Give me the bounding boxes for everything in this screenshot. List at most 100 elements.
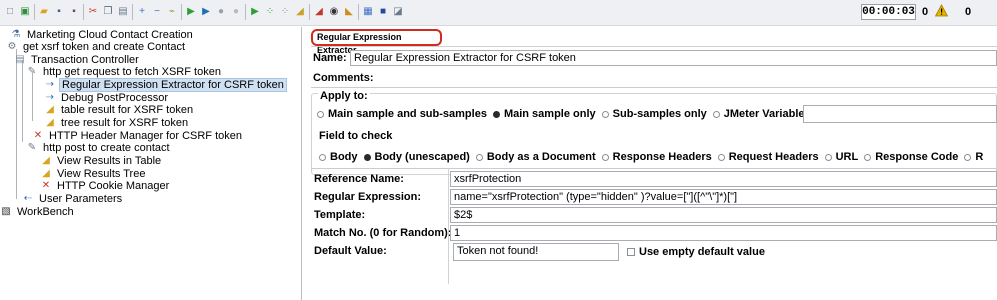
start-no-pauses-icon[interactable]: ▶ bbox=[199, 5, 213, 19]
reference-name-label: Reference Name: bbox=[314, 173, 404, 185]
reference-name-field[interactable]: xsrfProtection bbox=[450, 171, 997, 187]
use-empty-default-label: Use empty default value bbox=[639, 246, 765, 258]
template-label: Template: bbox=[314, 209, 366, 221]
default-value-field[interactable]: Token not found! bbox=[453, 243, 619, 261]
fieldset-bottom-rule bbox=[311, 168, 997, 169]
log-viewer-icon[interactable]: ◪ bbox=[391, 5, 405, 19]
use-empty-default-checkbox[interactable] bbox=[627, 248, 635, 256]
field-to-check-radio[interactable]: URL bbox=[824, 151, 859, 163]
search-icon[interactable]: ◉ bbox=[327, 5, 341, 19]
tree-node[interactable]: ⇠ User Parameters bbox=[22, 192, 124, 206]
warning-icon[interactable] bbox=[935, 4, 948, 17]
clear-all-icon[interactable]: ◢ bbox=[312, 5, 326, 19]
thread-count: 0 bbox=[965, 6, 972, 18]
save-icon[interactable]: ▪ bbox=[52, 5, 66, 19]
shutdown-icon[interactable]: ● bbox=[229, 5, 243, 19]
collapse-icon[interactable]: − bbox=[150, 5, 164, 19]
tree-node[interactable]: ◢ View Results in Table bbox=[40, 154, 163, 168]
listener-icon: ◢ bbox=[46, 117, 54, 128]
open-icon[interactable]: ▰ bbox=[37, 5, 51, 19]
listener-icon: ◢ bbox=[42, 155, 50, 166]
tree-node[interactable]: ✎ http get request to fetch XSRF token bbox=[26, 65, 223, 79]
tree-node[interactable]: ▧ WorkBench bbox=[0, 205, 76, 219]
start-icon[interactable]: ▶ bbox=[184, 5, 198, 19]
clear-icon[interactable]: ◢ bbox=[293, 5, 307, 19]
stop-icon[interactable]: ● bbox=[214, 5, 228, 19]
field-to-check-radio-label: Response Code bbox=[875, 151, 959, 163]
template-field[interactable]: $2$ bbox=[450, 207, 997, 223]
help-icon[interactable]: ■ bbox=[376, 5, 390, 19]
reset-search-icon[interactable]: ◣ bbox=[342, 5, 356, 19]
toolbar: □ ▣ ▰ ▪ ▪ ✂ ❐ ▤ + − ⌁ ▶ ▶ ● ● ▶ ⁘ ⁘ ◢ ◢ ◉ ◣ ▦ ■ ◪ 00:00:03 0 0 bbox=[0, 0, 997, 26]
post-processor-icon: ⇢ bbox=[45, 79, 55, 90]
function-helper-icon[interactable]: ▦ bbox=[361, 5, 375, 19]
http-sampler-icon: ✎ bbox=[27, 66, 37, 77]
remote-start-all-icon[interactable]: ⁘ bbox=[263, 5, 277, 19]
apply-to-radio[interactable]: Main sample and sub-samples bbox=[317, 108, 487, 120]
field-to-check-radio[interactable]: Response Headers bbox=[601, 151, 712, 163]
tree-node[interactable]: ◢ table result for XSRF token bbox=[44, 103, 195, 117]
toggle-icon[interactable]: ⌁ bbox=[165, 5, 179, 19]
templates-icon[interactable]: ▣ bbox=[18, 5, 32, 19]
apply-to-radio-label: JMeter Variable bbox=[723, 108, 805, 120]
elapsed-timer: 00:00:03 bbox=[861, 4, 916, 20]
tree-connector-line bbox=[22, 60, 23, 142]
remote-start-icon[interactable]: ▶ bbox=[248, 5, 262, 19]
field-to-check-radio[interactable]: Body bbox=[319, 151, 358, 163]
listener-icon: ◢ bbox=[46, 104, 54, 115]
tree-node[interactable]: ◢ tree result for XSRF token bbox=[44, 116, 190, 130]
tree-node[interactable]: ✎ http post to create contact bbox=[26, 141, 172, 155]
save-as-icon[interactable]: ▪ bbox=[67, 5, 81, 19]
field-to-check-label: Field to check bbox=[319, 130, 393, 142]
apply-to-radio-label: Sub-samples only bbox=[612, 108, 707, 120]
comments-label: Comments: bbox=[313, 72, 374, 84]
radio-indicator bbox=[712, 110, 720, 118]
radio-indicator bbox=[363, 153, 371, 161]
tree-node-label: HTTP Cookie Manager bbox=[57, 180, 170, 192]
field-to-check-radio[interactable]: Body as a Document bbox=[475, 151, 596, 163]
toolbar-separator bbox=[181, 4, 182, 20]
jmeter-variable-input[interactable] bbox=[803, 105, 997, 123]
transaction-controller-icon: ▤ bbox=[15, 54, 25, 65]
new-icon[interactable]: □ bbox=[3, 5, 17, 19]
apply-to-radio[interactable]: Main sample only bbox=[492, 108, 596, 120]
radio-indicator bbox=[717, 153, 725, 161]
tree-node-label: Regular Expression Extractor for CSRF to… bbox=[59, 78, 287, 92]
field-to-check-radio-label: URL bbox=[835, 151, 859, 163]
radio-indicator bbox=[964, 153, 972, 161]
toolbar-separator bbox=[34, 4, 35, 20]
default-value-label: Default Value: bbox=[314, 245, 387, 257]
tree-node-label: WorkBench bbox=[17, 206, 74, 218]
radio-indicator bbox=[492, 110, 500, 118]
name-field[interactable]: Regular Expression Extractor for CSRF to… bbox=[350, 50, 997, 66]
remote-stop-icon[interactable]: ⁘ bbox=[278, 5, 292, 19]
http-sampler-icon: ✎ bbox=[27, 142, 37, 153]
paste-icon[interactable]: ▤ bbox=[116, 5, 130, 19]
tree-node[interactable]: ⚙ get xsrf token and create Contact bbox=[6, 40, 187, 54]
field-to-check-radio[interactable]: Body (unescaped) bbox=[363, 151, 470, 163]
tree-connector-line bbox=[32, 73, 33, 121]
cut-icon[interactable]: ✂ bbox=[86, 5, 100, 19]
field-to-check-radio-label: Body (unescaped) bbox=[374, 151, 470, 163]
field-to-check-options: Body Body (unescaped) Body as a Document Re… bbox=[319, 151, 989, 163]
tree-node[interactable]: ⇢ Regular Expression Extractor for CSRF t… bbox=[44, 78, 287, 92]
field-to-check-radio[interactable]: Response Code bbox=[864, 151, 958, 163]
panel-title: Regular Expression Extractor bbox=[311, 29, 442, 55]
toolbar-separator bbox=[83, 4, 84, 20]
apply-to-radio[interactable]: Sub-samples only bbox=[601, 108, 707, 120]
error-count: 0 bbox=[922, 6, 929, 18]
field-to-check-radio-label: Response Headers bbox=[612, 151, 712, 163]
regex-field[interactable]: name="xsrfProtection" (type="hidden" )?v… bbox=[450, 189, 997, 205]
use-empty-default-option[interactable]: Use empty default value bbox=[627, 246, 765, 258]
config-element-icon: ✕ bbox=[41, 180, 51, 191]
copy-icon[interactable]: ❐ bbox=[101, 5, 115, 19]
expand-icon[interactable]: + bbox=[135, 5, 149, 19]
match-no-field[interactable]: 1 bbox=[450, 225, 997, 241]
apply-to-radio[interactable]: JMeter Variable bbox=[712, 108, 805, 120]
name-label: Name: bbox=[313, 52, 347, 64]
tree-node[interactable]: ✕ HTTP Cookie Manager bbox=[40, 179, 171, 193]
field-to-check-radio[interactable]: R bbox=[964, 151, 983, 163]
field-to-check-radio-label: Body bbox=[330, 151, 358, 163]
radio-indicator bbox=[601, 153, 609, 161]
field-to-check-radio[interactable]: Request Headers bbox=[717, 151, 819, 163]
